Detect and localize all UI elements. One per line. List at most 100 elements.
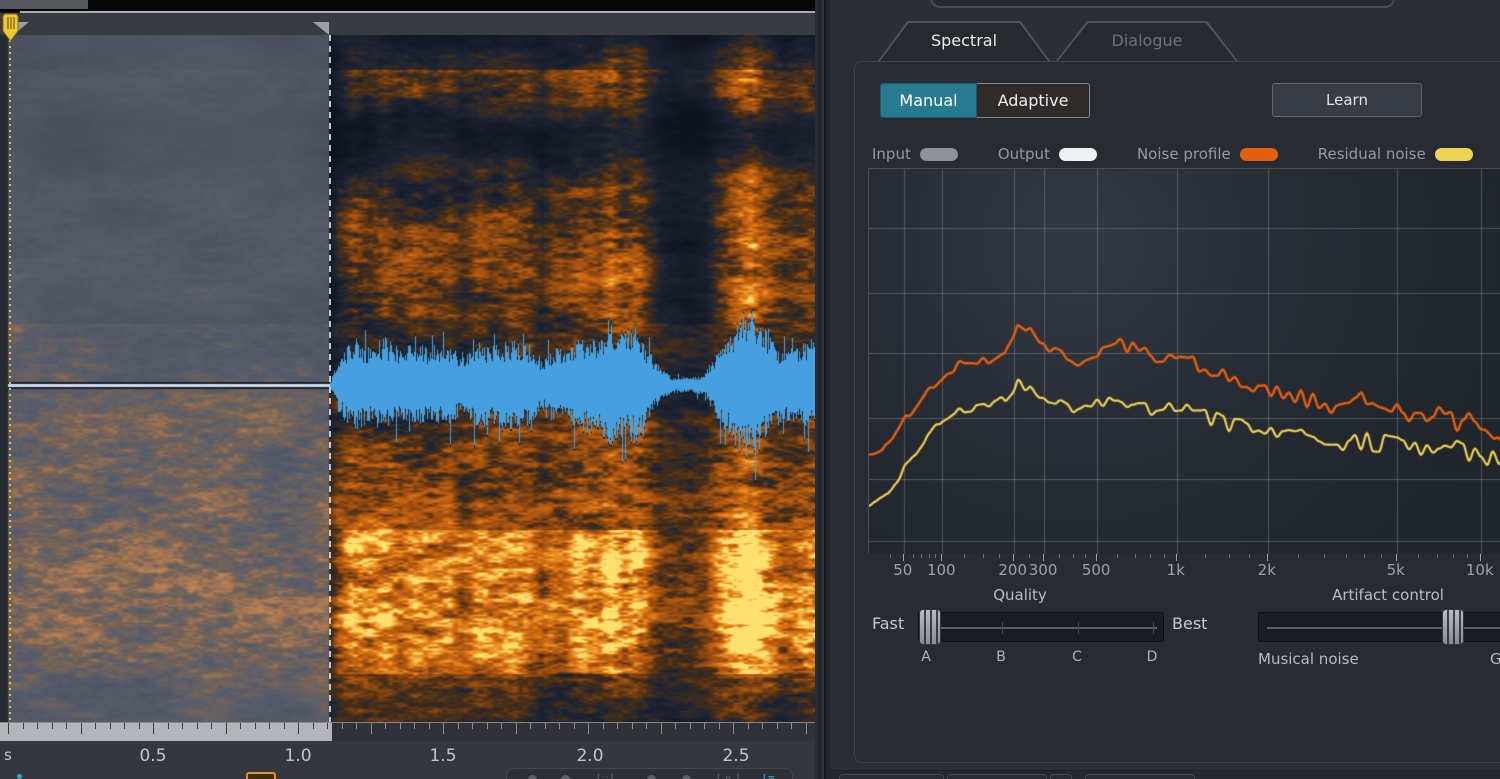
clip-gain-icon[interactable] <box>246 772 276 779</box>
editor-top-bar-tab <box>0 0 88 9</box>
quality-title: Quality <box>920 586 1120 604</box>
freq-minor-tick <box>1364 554 1365 558</box>
legend-item-output[interactable]: Output <box>998 145 1097 163</box>
spectrogram-waveform-display[interactable] <box>0 35 815 722</box>
legend-label: Input <box>872 145 911 163</box>
ruler-tick <box>153 723 154 734</box>
ruler-tick <box>574 723 575 729</box>
ruler-tick <box>139 723 140 729</box>
learn-button[interactable]: Learn <box>1272 83 1422 117</box>
ruler-tick <box>704 723 705 729</box>
selection-end-line[interactable] <box>329 35 331 722</box>
marker-pin-icon[interactable] <box>2 13 20 43</box>
freq-minor-tick <box>1229 554 1230 558</box>
lower-section-strip <box>830 770 1500 779</box>
freq-minor-tick <box>983 554 984 558</box>
freq-tick-label: 2k <box>1242 561 1292 579</box>
artifact-musical-noise-label: Musical noise <box>1258 650 1359 668</box>
legend-item-input[interactable]: Input <box>872 145 958 163</box>
freq-tick-label: 5k <box>1371 561 1421 579</box>
ruler-tick <box>458 723 459 729</box>
freq-major-tick <box>1176 554 1177 561</box>
quality-step-c: C <box>1067 649 1087 665</box>
ruler-tick <box>385 723 386 729</box>
toolbar-circle-icon[interactable] <box>561 775 570 779</box>
freq-minor-tick <box>1298 554 1299 558</box>
ruler-tick <box>487 723 488 729</box>
ruler-tick <box>23 723 24 729</box>
ruler-tick <box>530 723 531 729</box>
slider-tick <box>1002 622 1003 634</box>
legend-item-noise-profile[interactable]: Noise profile <box>1137 145 1278 163</box>
collapsed-header-outline <box>930 0 1395 8</box>
ruler-tick <box>762 723 763 729</box>
ruler-tick <box>124 723 125 729</box>
ruler-tick <box>675 723 676 729</box>
freq-minor-tick <box>1453 554 1454 558</box>
ruler-tick <box>617 723 618 729</box>
selection-end-handle-icon[interactable] <box>313 22 329 35</box>
ruler-tick <box>52 723 53 729</box>
manual-mode-button[interactable]: Manual <box>880 83 977 118</box>
toolbar-circle-icon[interactable] <box>528 775 537 779</box>
ruler-tick <box>371 723 372 734</box>
time-axis-label: 1.0 <box>276 746 320 766</box>
ruler-tick <box>414 723 415 729</box>
artifact-slider-handle[interactable] <box>1442 609 1464 645</box>
lower-button[interactable] <box>839 774 944 779</box>
ruler-tick <box>632 723 633 729</box>
transport-icon[interactable] <box>17 774 22 779</box>
freq-minor-tick <box>1437 554 1438 558</box>
toolbar-circle-icon[interactable] <box>682 775 691 779</box>
time-axis-unit-label: s <box>4 746 12 764</box>
ruler-tick <box>777 723 778 729</box>
ruler-tick <box>313 723 314 729</box>
legend-color-pill <box>920 148 958 161</box>
freq-major-tick <box>1096 554 1097 561</box>
toolbar-circle-icon[interactable] <box>647 775 656 779</box>
ruler-tick <box>37 723 38 729</box>
marker-lane[interactable] <box>0 13 815 35</box>
freq-minor-tick <box>1381 554 1382 558</box>
ruler-tick <box>545 723 546 729</box>
ruler-tick <box>269 723 270 729</box>
ruler-tick <box>95 723 96 729</box>
toolbar-active-selection-icon[interactable]: [≡ <box>763 774 776 779</box>
tab-spectral[interactable]: Spectral <box>878 21 1050 61</box>
adaptive-mode-button[interactable]: Adaptive <box>977 83 1090 118</box>
freq-minor-tick <box>921 554 922 558</box>
legend-label: Output <box>998 145 1050 163</box>
lower-button[interactable] <box>947 774 1047 779</box>
ruler-tick <box>719 723 720 729</box>
lower-button[interactable] <box>1050 774 1072 779</box>
quality-slider-handle[interactable] <box>919 609 941 645</box>
ruler-tick <box>429 723 430 729</box>
quality-step-a: A <box>916 649 936 665</box>
editor-bottom-toolbar[interactable]: [::] [ o ] [≡ <box>506 768 793 779</box>
freq-major-tick <box>941 554 942 561</box>
quality-slider[interactable] <box>918 612 1164 642</box>
quality-best-label: Best <box>1172 614 1207 633</box>
time-ruler-selected-range <box>0 723 332 742</box>
toolbar-brackets-icon[interactable]: [ o ] <box>717 774 740 779</box>
freq-minor-tick <box>1085 554 1086 558</box>
freq-tick-label: 500 <box>1071 561 1121 579</box>
freq-major-tick <box>1013 554 1014 561</box>
time-axis-label: 1.5 <box>421 746 465 766</box>
slider-tick <box>1153 622 1154 634</box>
ruler-tick <box>255 723 256 729</box>
legend-item-residual-noise[interactable]: Residual noise <box>1318 145 1473 163</box>
freq-major-tick <box>1043 554 1044 561</box>
lower-button[interactable] <box>1085 774 1195 779</box>
spectrogram-editor[interactable]: s 0.51.01.52.02.5 [::] [ o ] [≡ <box>0 0 815 779</box>
freq-minor-tick <box>1059 554 1060 558</box>
quality-fast-label: Fast <box>872 614 904 633</box>
freq-minor-tick <box>1467 554 1468 558</box>
freq-minor-tick <box>890 554 891 558</box>
tab-dialogue[interactable]: Dialogue <box>1056 21 1238 61</box>
ruler-tick <box>81 723 82 734</box>
time-ruler[interactable] <box>0 722 815 741</box>
ruler-tick <box>748 723 749 729</box>
slider-groove <box>1267 627 1500 629</box>
toolbar-marquee-icon[interactable]: [::] <box>597 774 614 779</box>
